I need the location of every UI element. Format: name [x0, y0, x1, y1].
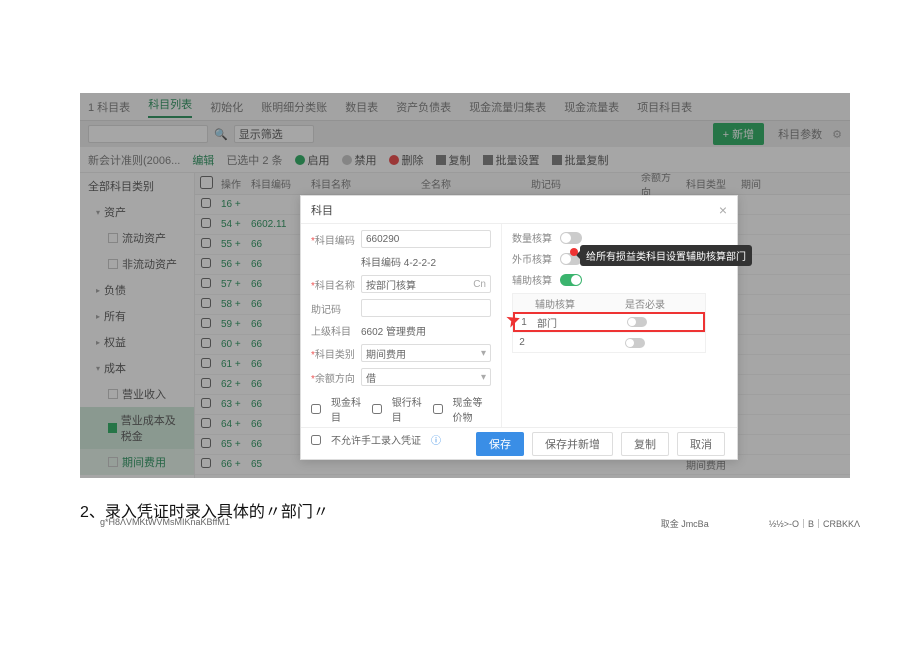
label-balance-dir: 余额方向	[311, 370, 361, 385]
equiv-checkbox[interactable]	[433, 404, 443, 414]
save-new-button[interactable]: 保存并新增	[532, 432, 613, 456]
aux-tooltip: 给所有损益类科目设置辅助核算部门	[580, 245, 752, 266]
modal-right-panel: 数量核算 外币核算 给所有损益类科目设置辅助核算部门 辅助核算 辅助核算	[501, 224, 716, 427]
modal-title: 科目	[311, 202, 333, 218]
label-parent: 上级科目	[311, 323, 361, 338]
qty-toggle[interactable]	[560, 232, 582, 244]
balance-dir-select[interactable]: 借	[361, 368, 491, 386]
modal-left-panel: 科目编码 660290 科目编码 4-2-2-2 科目名称 按部门核算Cn 助记…	[301, 224, 501, 427]
modal-header: 科目 ×	[301, 196, 737, 224]
red-dot-marker	[570, 248, 578, 256]
aux-toggle[interactable]	[560, 274, 582, 286]
label-qty: 数量核算	[512, 230, 554, 245]
footer-random: g*H8ΛVMKtWVMsMIKnaKBffM1 取金 JmcBa ½½>-O｜…	[100, 517, 860, 530]
help-icon[interactable]: ⓘ	[431, 432, 441, 447]
cash-checkbox[interactable]	[311, 404, 321, 414]
aux-row-1-toggle[interactable]	[627, 317, 647, 327]
modal-copy-button[interactable]: 复制	[621, 432, 669, 456]
aux-table: 辅助核算 是否必录 1 部门 2	[512, 293, 706, 353]
aux-col-req: 是否必录	[621, 296, 676, 311]
label-subject-type: 科目类别	[311, 346, 361, 361]
label-aux: 辅助核算	[512, 272, 554, 287]
name-input[interactable]: 按部门核算Cn	[361, 275, 491, 293]
aux-row-1-name: 部门	[533, 315, 623, 330]
subject-type-select[interactable]: 期间费用	[361, 344, 491, 362]
mnemonic-input[interactable]	[361, 299, 491, 317]
bank-label: 银行科目	[392, 394, 423, 424]
code-input[interactable]: 660290	[361, 230, 491, 248]
parent-text: 6602 管理费用	[361, 323, 426, 338]
code-rule-text: 科目编码 4-2-2-2	[361, 254, 436, 269]
cancel-button[interactable]: 取消	[677, 432, 725, 456]
no-manual-label: 不允许手工录入凭证	[331, 432, 421, 447]
aux-col-name: 辅助核算	[531, 296, 621, 311]
save-button[interactable]: 保存	[476, 432, 524, 456]
cash-label: 现金科目	[331, 394, 362, 424]
label-mnemonic: 助记码	[311, 301, 361, 316]
aux-row-1[interactable]: 1 部门	[513, 312, 705, 332]
label-fc: 外币核算	[512, 251, 554, 266]
no-manual-checkbox[interactable]	[311, 435, 321, 445]
label-code: 科目编码	[311, 232, 361, 247]
close-icon[interactable]: ×	[719, 202, 727, 218]
bank-checkbox[interactable]	[372, 404, 382, 414]
equiv-label: 现金等价物	[453, 394, 491, 424]
aux-row-2-toggle[interactable]	[625, 338, 645, 348]
label-name: 科目名称	[311, 277, 361, 292]
aux-row-2[interactable]: 2	[513, 332, 705, 352]
